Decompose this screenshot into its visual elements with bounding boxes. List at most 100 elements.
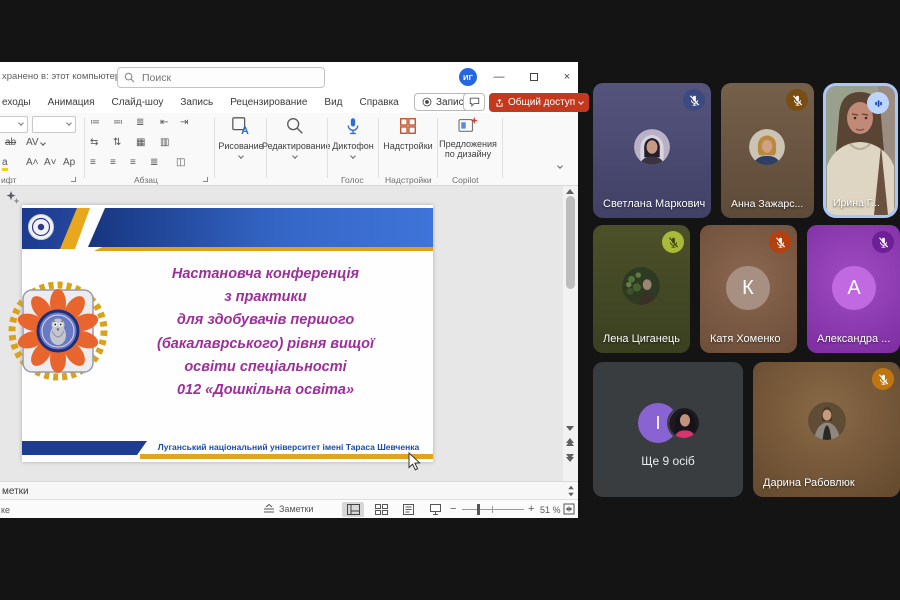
mic-muted-badge bbox=[769, 231, 791, 253]
participant-tile-aleksandra[interactable]: А Александра ... bbox=[807, 225, 900, 353]
tab-review[interactable]: Рецензирование bbox=[230, 97, 307, 108]
restore-button[interactable] bbox=[518, 62, 550, 91]
notes-toggle-button[interactable]: Заметки bbox=[263, 504, 313, 514]
status-bar: ке Заметки − + 51 % bbox=[0, 499, 578, 518]
slide-sorter-view-button[interactable] bbox=[370, 502, 392, 517]
zoom-in-button[interactable]: + bbox=[528, 503, 534, 515]
slide-title: Настановча конференція з практики для зд… bbox=[102, 263, 429, 402]
search-input[interactable] bbox=[140, 71, 300, 85]
restore-icon bbox=[530, 73, 538, 81]
font-name-dropdown[interactable] bbox=[0, 116, 28, 133]
vertical-scrollbar[interactable] bbox=[563, 186, 578, 481]
next-slide-button[interactable] bbox=[566, 454, 574, 462]
user-avatar[interactable]: ИГ bbox=[459, 68, 477, 86]
font-dialog-launcher[interactable] bbox=[71, 177, 76, 182]
columns-button[interactable]: ▦ bbox=[136, 137, 145, 148]
previous-slide-button[interactable] bbox=[566, 438, 574, 446]
paragraph-dialog-launcher[interactable] bbox=[203, 177, 208, 182]
mic-muted-badge bbox=[872, 231, 894, 253]
align-text-button[interactable]: ◫ bbox=[176, 157, 185, 168]
editing-button[interactable]: Редактирование bbox=[262, 116, 328, 158]
minimize-button[interactable]: — bbox=[483, 62, 515, 91]
notes-scroll-down-icon[interactable] bbox=[568, 493, 574, 497]
bullets-button[interactable]: ≔ bbox=[90, 117, 100, 128]
share-icon bbox=[495, 98, 504, 108]
font-size-dropdown[interactable] bbox=[32, 116, 76, 133]
status-language[interactable]: ке bbox=[1, 505, 10, 515]
powerpoint-window: хранено в: этот компьютер ИГ — × еходы А… bbox=[0, 62, 578, 518]
normal-view-icon bbox=[347, 504, 360, 515]
reading-view-icon bbox=[402, 504, 415, 515]
close-button[interactable]: × bbox=[551, 62, 583, 91]
grow-font-button[interactable]: А˄ bbox=[26, 157, 39, 168]
char-spacing-button[interactable]: AV bbox=[26, 137, 45, 148]
tab-view[interactable]: Вид bbox=[324, 97, 342, 108]
draw-button[interactable]: A Рисование bbox=[216, 116, 266, 158]
slide-footer-band bbox=[22, 441, 147, 455]
designer-button[interactable]: Предложенияпо дизайну bbox=[436, 116, 500, 160]
indent-decrease-button[interactable]: ⇤ bbox=[160, 117, 168, 128]
mic-muted-badge bbox=[872, 368, 894, 390]
zoom-slider-thumb[interactable] bbox=[477, 504, 480, 515]
voice-group-label: Голос bbox=[341, 175, 364, 185]
participant-initial-avatar: А bbox=[832, 266, 876, 310]
text-direction-button[interactable]: ▥ bbox=[160, 137, 169, 148]
tab-record[interactable]: Запись bbox=[180, 97, 213, 108]
addins-button[interactable]: Надстройки bbox=[380, 116, 436, 151]
autosave-status[interactable]: хранено в: этот компьютер bbox=[2, 71, 127, 82]
reading-view-button[interactable] bbox=[397, 502, 419, 517]
highlight-button[interactable]: a bbox=[2, 157, 8, 171]
indent-left-button[interactable]: ⇆ bbox=[90, 137, 98, 148]
participant-tile-lena[interactable]: Лена Циганець bbox=[593, 225, 690, 353]
clear-format-button[interactable]: Ар bbox=[63, 157, 75, 168]
fit-to-window-icon[interactable] bbox=[563, 503, 575, 515]
participant-tile-daryna[interactable]: Дарина Рабовлюк bbox=[753, 362, 900, 497]
tab-help[interactable]: Справка bbox=[360, 97, 399, 108]
tab-slideshow[interactable]: Слайд-шоу bbox=[112, 97, 164, 108]
slide-canvas[interactable]: Настановча конференція з практики для зд… bbox=[22, 205, 433, 462]
university-emblem bbox=[8, 279, 108, 383]
participant-avatar bbox=[622, 267, 660, 305]
notes-panel-label: метки bbox=[2, 486, 29, 497]
line-spacing-button[interactable]: ⇅ bbox=[113, 137, 121, 148]
tab-animation[interactable]: Анимация bbox=[48, 97, 95, 108]
participant-tile-katya[interactable]: К Катя Хоменко bbox=[700, 225, 797, 353]
zoom-level[interactable]: 51 % bbox=[540, 505, 561, 515]
slideshow-icon bbox=[429, 504, 442, 515]
svg-text:A: A bbox=[241, 125, 249, 136]
collapse-ribbon-icon[interactable] bbox=[557, 163, 563, 169]
zoom-out-button[interactable]: − bbox=[450, 503, 456, 515]
search-box[interactable] bbox=[117, 67, 325, 88]
slide-sorter-icon bbox=[375, 504, 388, 515]
multilevel-list-button[interactable]: ≣ bbox=[136, 117, 144, 128]
comments-button[interactable] bbox=[463, 93, 485, 111]
share-button[interactable]: Общий доступ bbox=[489, 93, 589, 112]
participant-tile-svetlana[interactable]: Светлана Маркович bbox=[593, 83, 711, 218]
notes-panel-header[interactable]: метки bbox=[0, 481, 578, 499]
strikethrough-button[interactable]: ab bbox=[5, 137, 16, 148]
slide-footer-text: Луганський національний університет імен… bbox=[148, 442, 429, 452]
normal-view-button[interactable] bbox=[342, 502, 364, 517]
zoom-slider-track[interactable] bbox=[462, 509, 524, 510]
slideshow-view-button[interactable] bbox=[424, 502, 446, 517]
indent-increase-button[interactable]: ⇥ bbox=[180, 117, 188, 128]
align-right-button[interactable]: ≡ bbox=[130, 157, 136, 168]
dictate-button[interactable]: Диктофон bbox=[329, 116, 377, 158]
designer-sparkle-icon[interactable] bbox=[5, 190, 21, 206]
participant-tile-anna[interactable]: Анна Зажарс... bbox=[721, 83, 814, 218]
justify-button[interactable]: ≣ bbox=[150, 157, 158, 168]
scroll-down-icon[interactable] bbox=[566, 426, 574, 431]
mic-muted-badge bbox=[662, 231, 684, 253]
scroll-up-icon[interactable] bbox=[566, 189, 574, 194]
designer-icon bbox=[457, 116, 479, 134]
participant-tile-irina-speaking[interactable]: Ирина Г... bbox=[823, 83, 898, 218]
align-center-button[interactable]: ≡ bbox=[110, 157, 116, 168]
shrink-font-button[interactable]: А˅ bbox=[44, 157, 57, 168]
scrollbar-thumb[interactable] bbox=[566, 196, 575, 289]
align-left-button[interactable]: ≡ bbox=[90, 157, 96, 168]
tab-transitions[interactable]: еходы bbox=[2, 97, 31, 108]
screen: хранено в: этот компьютер ИГ — × еходы А… bbox=[0, 0, 900, 600]
notes-scroll-up-icon[interactable] bbox=[568, 486, 574, 490]
numbering-button[interactable]: ≕ bbox=[113, 117, 123, 128]
overflow-participants-tile[interactable]: І Ще 9 осіб bbox=[593, 362, 743, 497]
